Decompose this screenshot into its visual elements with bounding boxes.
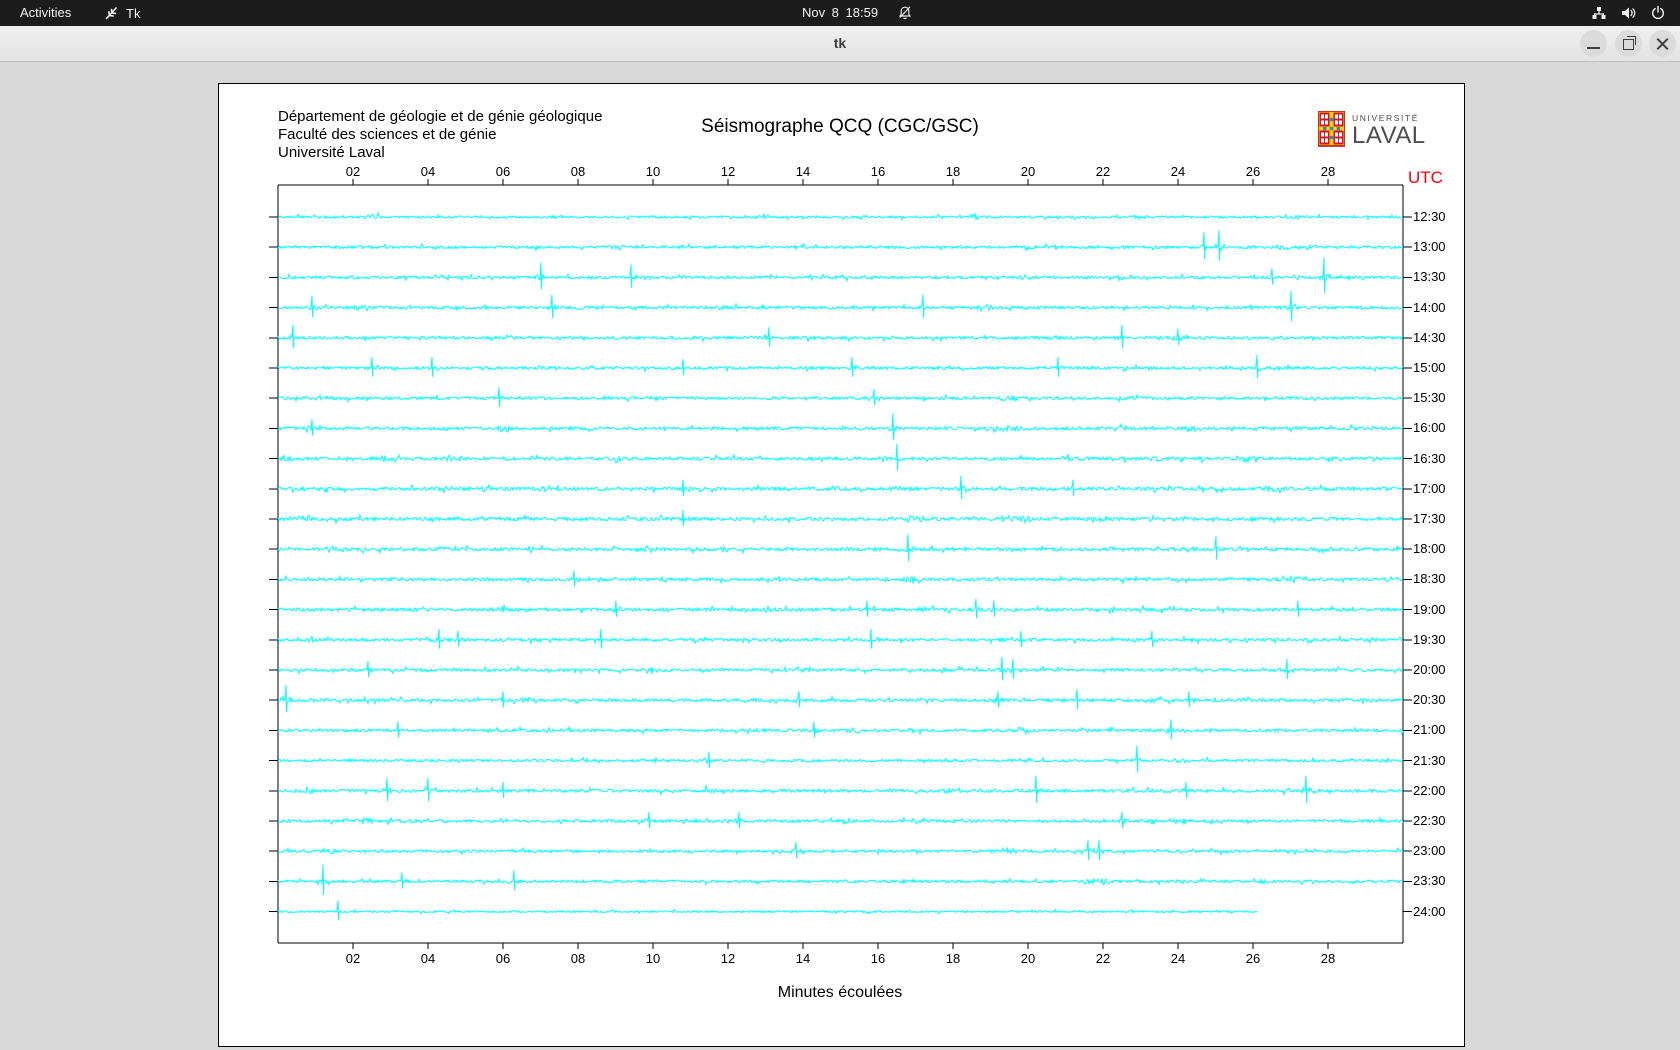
window-title: tk	[0, 26, 1680, 61]
utc-time-label: 20:30	[1413, 692, 1446, 707]
utc-time-label: 13:00	[1413, 239, 1446, 254]
desktop: Activities Tk Nov 8 18:59	[0, 0, 1680, 1050]
utc-time-label: 13:30	[1413, 269, 1446, 284]
utc-time-label: 16:30	[1413, 451, 1446, 466]
x-tick-label-top: 28	[1321, 164, 1335, 179]
x-tick-label-bottom: 06	[496, 951, 510, 966]
seismogram-trace	[278, 387, 1403, 407]
utc-time-label: 15:00	[1413, 360, 1446, 375]
seismogram-trace	[278, 291, 1403, 322]
utc-time-label: 22:00	[1413, 783, 1446, 798]
power-icon	[1650, 5, 1666, 21]
seismogram-trace	[278, 510, 1403, 526]
x-tick-label-top: 16	[871, 164, 885, 179]
x-tick-label-bottom: 24	[1171, 951, 1185, 966]
utc-time-label: 18:00	[1413, 541, 1446, 556]
x-axis-title: Minutes écoulées	[778, 984, 903, 1002]
tk-feather-icon	[104, 5, 119, 21]
x-tick-label-bottom: 08	[571, 951, 585, 966]
seismogram-trace	[278, 657, 1403, 680]
x-tick-label-bottom: 26	[1246, 951, 1260, 966]
x-tick-label-top: 24	[1171, 164, 1185, 179]
seismogram-trace	[278, 355, 1403, 378]
utc-time-label: 12:30	[1413, 209, 1446, 224]
utc-time-label: 21:00	[1413, 722, 1446, 737]
utc-time-label: 21:30	[1413, 753, 1446, 768]
x-tick-label-top: 08	[571, 164, 585, 179]
utc-time-label: 19:00	[1413, 602, 1446, 617]
x-tick-label-bottom: 14	[796, 951, 810, 966]
close-button[interactable]	[1649, 30, 1676, 57]
x-tick-label-top: 04	[421, 164, 435, 179]
x-tick-label-top: 26	[1246, 164, 1260, 179]
utc-time-label: 18:30	[1413, 571, 1446, 586]
x-tick-label-top: 20	[1021, 164, 1035, 179]
minimize-button[interactable]	[1580, 30, 1607, 57]
seismogram-trace	[278, 570, 1403, 586]
utc-time-label: 14:00	[1413, 300, 1446, 315]
seismogram-trace	[278, 776, 1403, 803]
x-tick-label-bottom: 16	[871, 951, 885, 966]
seismogram-trace	[278, 476, 1403, 499]
gnome-top-bar: Activities Tk Nov 8 18:59	[0, 0, 1680, 26]
x-tick-label-top: 10	[646, 164, 660, 179]
x-tick-label-top: 18	[946, 164, 960, 179]
x-tick-label-top: 22	[1096, 164, 1110, 179]
utc-time-label: 24:00	[1413, 904, 1446, 919]
seismogram-trace	[278, 840, 1403, 860]
seismogram-trace	[278, 413, 1403, 440]
utc-time-label: 17:00	[1413, 481, 1446, 496]
x-tick-label-bottom: 28	[1321, 951, 1335, 966]
x-tick-label-top: 12	[721, 164, 735, 179]
maximize-button[interactable]	[1615, 30, 1642, 57]
seismogram-trace	[278, 230, 1403, 261]
seismogram-trace	[278, 746, 1403, 773]
seismogram-trace	[278, 534, 1403, 561]
seismogram-trace	[278, 629, 1403, 649]
seismogram-trace	[278, 812, 1403, 828]
seismogram-plot	[219, 84, 1464, 1046]
bell-muted-icon	[897, 5, 913, 24]
utc-time-label: 22:30	[1413, 813, 1446, 828]
utc-time-label: 23:30	[1413, 873, 1446, 888]
seismogram-trace	[278, 864, 1403, 895]
x-tick-label-bottom: 20	[1021, 951, 1035, 966]
utc-time-label: 16:00	[1413, 420, 1446, 435]
activities-button[interactable]: Activities	[12, 0, 79, 26]
x-tick-label-bottom: 02	[346, 951, 360, 966]
x-tick-label-top: 06	[496, 164, 510, 179]
x-tick-label-bottom: 10	[646, 951, 660, 966]
utc-time-label: 19:30	[1413, 632, 1446, 647]
seismogram-trace	[278, 685, 1403, 712]
utc-time-label: 14:30	[1413, 330, 1446, 345]
seismogram-trace	[278, 213, 1403, 220]
app-indicator[interactable]: Tk	[104, 0, 140, 26]
x-tick-label-bottom: 12	[721, 951, 735, 966]
network-wired-icon	[1591, 5, 1607, 21]
utc-time-label: 17:30	[1413, 511, 1446, 526]
clock-button[interactable]: Nov 8 18:59	[802, 0, 878, 26]
seismogram-trace	[278, 325, 1403, 348]
seismograph-canvas: Département de géologie et de génie géol…	[218, 83, 1465, 1047]
seismogram-trace	[278, 257, 1403, 293]
x-tick-label-bottom: 18	[946, 951, 960, 966]
app-indicator-label: Tk	[126, 6, 140, 21]
seismogram-trace	[278, 901, 1257, 921]
utc-time-label: 15:30	[1413, 390, 1446, 405]
seismogram-trace	[278, 599, 1403, 619]
utc-time-label: 23:00	[1413, 843, 1446, 858]
seismogram-trace	[278, 719, 1403, 739]
x-tick-label-top: 02	[346, 164, 360, 179]
x-tick-label-bottom: 04	[421, 951, 435, 966]
window-title-bar[interactable]: tk	[0, 26, 1680, 62]
system-status-area[interactable]	[1591, 0, 1666, 26]
utc-time-label: 20:00	[1413, 662, 1446, 677]
volume-icon	[1620, 5, 1637, 21]
x-tick-label-bottom: 22	[1096, 951, 1110, 966]
seismogram-trace	[278, 444, 1403, 471]
x-tick-label-top: 14	[796, 164, 810, 179]
